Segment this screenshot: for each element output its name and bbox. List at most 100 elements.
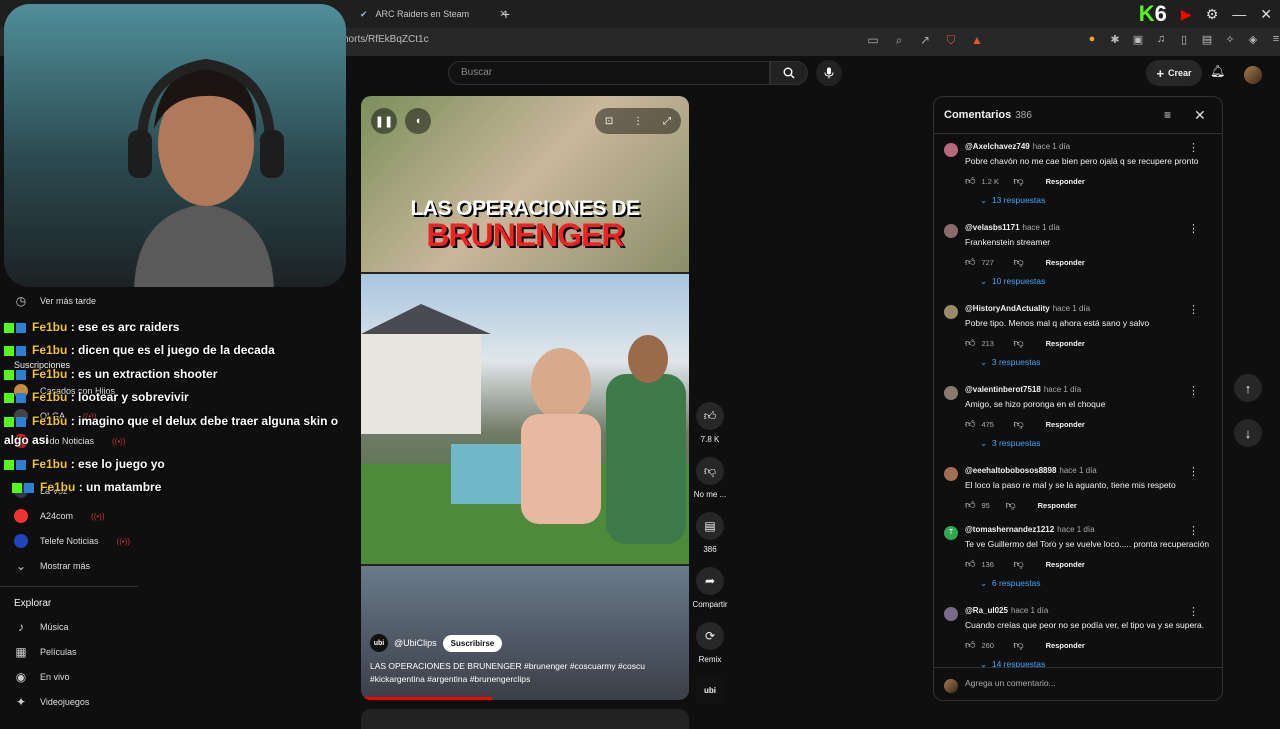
view-replies-button[interactable]: ⌄ 3 respuestas: [980, 438, 1041, 449]
comment-author[interactable]: @HistoryAndActuality hace 1 día: [965, 304, 1090, 313]
more-options-icon[interactable]: ⋮: [1188, 605, 1199, 618]
thumbs-down-icon[interactable]: 👎︎: [1013, 337, 1023, 349]
comment-avatar[interactable]: [944, 607, 958, 621]
short-video-player[interactable]: LAS OPERACIONES DE BRUNENGER ❚❚ ◖ ⊡ ⋮ ⤢ …: [361, 96, 689, 700]
thumbs-down-icon[interactable]: 👎︎: [1013, 418, 1023, 430]
close-icon[interactable]: ✕: [1194, 107, 1206, 124]
next-short-preview[interactable]: [361, 709, 689, 729]
more-options-icon[interactable]: ⋮: [1188, 524, 1199, 537]
close-window-icon[interactable]: ✕: [1260, 6, 1272, 23]
extension-color-icon[interactable]: ●: [1085, 33, 1099, 46]
comment-avatar[interactable]: [944, 305, 958, 319]
tab-arc-raiders[interactable]: ✔ ARC Raiders en Steam ✕: [350, 0, 517, 28]
vpn-icon[interactable]: ◈: [1246, 33, 1260, 46]
zoom-icon[interactable]: ⌕: [892, 33, 906, 48]
sort-icon[interactable]: ≡: [1164, 108, 1171, 122]
next-short-button[interactable]: ↓: [1234, 419, 1262, 447]
sidebar-toggle-icon[interactable]: ▯: [1177, 33, 1191, 46]
thumbs-up-icon[interactable]: 👍︎: [965, 499, 975, 511]
dislike-button[interactable]: 👎︎ No me ...: [690, 457, 730, 499]
sidebar-item-movies[interactable]: ▦ Películas: [14, 645, 76, 659]
view-replies-button[interactable]: ⌄ 6 respuestas: [980, 578, 1041, 589]
sidebar-channel-a24[interactable]: A24com ((•)): [14, 509, 105, 523]
more-options-icon[interactable]: ⋮: [1188, 222, 1199, 235]
wallet-icon[interactable]: ▤: [1200, 33, 1214, 46]
reply-button[interactable]: Responder: [1046, 339, 1085, 348]
sidebar-item-music[interactable]: ♪ Música: [14, 620, 69, 634]
reply-button[interactable]: Responder: [1046, 641, 1085, 650]
view-replies-button[interactable]: ⌄ 14 respuestas: [980, 659, 1045, 667]
view-replies-button[interactable]: ⌄ 3 respuestas: [980, 357, 1041, 368]
thumbs-up-icon[interactable]: 👍︎: [965, 256, 975, 268]
sidebar-item-watch-later[interactable]: ◷ Ver más tarde: [14, 294, 96, 308]
comment-avatar[interactable]: T: [944, 526, 958, 540]
pause-button[interactable]: ❚❚: [371, 108, 397, 134]
comment-avatar[interactable]: [944, 224, 958, 238]
volume-button[interactable]: ◖: [405, 108, 431, 134]
view-replies-button[interactable]: ⌄ 13 respuestas: [980, 195, 1045, 206]
thumbs-down-icon[interactable]: 👎︎: [1013, 558, 1023, 570]
screenshot-icon[interactable]: ▣: [1131, 33, 1145, 46]
comments-button[interactable]: ▤ 386: [690, 512, 730, 554]
comment-author[interactable]: @tomashernandez1212 hace 1 día: [965, 525, 1095, 534]
url-field[interactable]: horts/RfEkBqZCt1c: [343, 34, 429, 45]
fullscreen-icon[interactable]: ⤢: [663, 116, 671, 127]
sidebar-item-gaming[interactable]: ✦ Videojuegos: [14, 695, 89, 709]
share-button[interactable]: ➦ Compartir: [690, 567, 730, 609]
comment-author[interactable]: @velasbs1171 hace 1 día: [965, 223, 1060, 232]
subscribe-button[interactable]: Suscribirse: [442, 634, 503, 652]
reply-button[interactable]: Responder: [1046, 560, 1085, 569]
notifications-bell-icon[interactable]: 🔔︎: [1210, 64, 1225, 78]
more-options-icon[interactable]: ⋮: [1188, 303, 1199, 316]
reply-button[interactable]: Responder: [1046, 177, 1085, 186]
menu-icon[interactable]: ≡: [1269, 33, 1280, 46]
thumbs-down-icon[interactable]: 👎︎: [1005, 499, 1015, 511]
comment-avatar[interactable]: [944, 386, 958, 400]
account-avatar[interactable]: [1244, 66, 1262, 84]
sidebar-item-live[interactable]: ◉ En vivo: [14, 670, 70, 684]
voice-search-button[interactable]: [816, 60, 842, 86]
thumbs-down-icon[interactable]: 👎︎: [1013, 639, 1023, 651]
more-options-icon[interactable]: ⋮: [1188, 465, 1199, 478]
minimize-icon[interactable]: —: [1232, 6, 1246, 22]
comment-avatar[interactable]: [944, 467, 958, 481]
sidebar-channel-telefe[interactable]: Telefe Noticias ((•)): [14, 534, 130, 548]
comment-author[interactable]: @eeehaltobobosos8898 hace 1 día: [965, 466, 1097, 475]
comment-author[interactable]: @Axelchavez749 hace 1 día: [965, 142, 1070, 151]
comment-author[interactable]: @Ra_ul025 hace 1 día: [965, 606, 1048, 615]
more-options-icon[interactable]: ⋮: [1188, 384, 1199, 397]
reply-button[interactable]: Responder: [1046, 420, 1085, 429]
search-input[interactable]: Buscar: [448, 61, 770, 85]
share-icon[interactable]: ↗: [918, 33, 932, 48]
thumbs-up-icon[interactable]: 👍︎: [965, 337, 975, 349]
ai-icon[interactable]: ✧: [1223, 33, 1237, 46]
thumbs-up-icon[interactable]: 👍︎: [965, 418, 975, 430]
video-description[interactable]: LAS OPERACIONES DE BRUNENGER #brunenger …: [370, 660, 660, 686]
thumbs-up-icon[interactable]: 👍︎: [965, 175, 975, 187]
sidebar-show-more[interactable]: ⌄ Mostrar más: [14, 559, 90, 573]
captions-icon[interactable]: ⊡: [605, 116, 613, 127]
create-button[interactable]: + Crear: [1146, 60, 1202, 86]
cast-icon[interactable]: ▭: [866, 33, 880, 48]
new-tab-button[interactable]: +: [494, 6, 518, 22]
view-replies-button[interactable]: ⌄ 10 respuestas: [980, 276, 1045, 287]
thumbs-down-icon[interactable]: 👎︎: [1013, 175, 1023, 187]
like-button[interactable]: 👍︎ 7.8 K: [690, 402, 730, 444]
brave-shield-icon[interactable]: ⛉: [944, 33, 958, 48]
more-options-icon[interactable]: ⋮: [633, 116, 643, 127]
search-button[interactable]: [770, 61, 808, 85]
progress-bar[interactable]: [361, 697, 493, 700]
previous-short-button[interactable]: ↑: [1234, 374, 1262, 402]
reply-button[interactable]: Responder: [1038, 501, 1077, 510]
channel-logo[interactable]: ubi: [370, 634, 388, 652]
more-options-icon[interactable]: ⋮: [1188, 141, 1199, 154]
thumbs-down-icon[interactable]: 👎︎: [1013, 256, 1023, 268]
rewards-icon[interactable]: ▲: [970, 33, 984, 48]
music-note-icon[interactable]: ♫: [1154, 33, 1168, 46]
channel-name[interactable]: @UbiClips: [394, 638, 437, 648]
reply-button[interactable]: Responder: [1046, 258, 1085, 267]
thumbs-up-icon[interactable]: 👍︎: [965, 558, 975, 570]
comment-input[interactable]: Agrega un comentario...: [965, 678, 1056, 688]
thumbs-up-icon[interactable]: 👍︎: [965, 639, 975, 651]
channel-thumb-button[interactable]: ubi: [690, 676, 730, 704]
